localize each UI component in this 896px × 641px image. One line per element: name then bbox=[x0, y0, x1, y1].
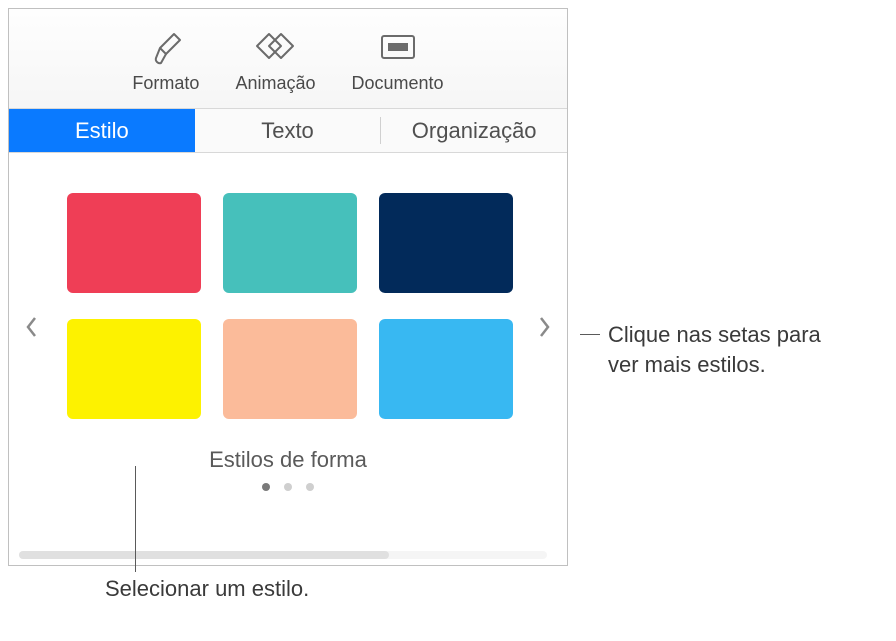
chevron-left-icon bbox=[25, 315, 39, 339]
styles-area: Estilos de forma bbox=[9, 153, 567, 501]
prev-styles-arrow[interactable] bbox=[17, 307, 47, 347]
diamond-icon bbox=[251, 27, 299, 69]
style-swatch[interactable] bbox=[67, 193, 201, 293]
subtab-label: Texto bbox=[261, 118, 314, 144]
subtab-text[interactable]: Texto bbox=[195, 109, 381, 152]
scrollbar-thumb[interactable] bbox=[19, 551, 389, 559]
callout-text: Clique nas setas para ver mais estilos. bbox=[608, 320, 821, 379]
subtab-style[interactable]: Estilo bbox=[9, 109, 195, 152]
toolbar-item-format[interactable]: Formato bbox=[126, 25, 205, 96]
inspector-panel: Formato Animação Documento bbox=[8, 8, 568, 566]
style-swatch[interactable] bbox=[223, 193, 357, 293]
section-title: Estilos de forma bbox=[59, 447, 517, 473]
chevron-right-icon bbox=[537, 315, 551, 339]
style-swatch[interactable] bbox=[379, 193, 513, 293]
horizontal-scrollbar[interactable] bbox=[19, 551, 547, 559]
subtab-bar: Estilo Texto Organização bbox=[9, 109, 567, 153]
callout-select-style: Selecionar um estilo. bbox=[105, 576, 309, 602]
callout-connector bbox=[135, 466, 136, 572]
style-swatch-grid bbox=[59, 193, 517, 419]
page-indicator bbox=[59, 483, 517, 491]
callout-arrows: Clique nas setas para ver mais estilos. bbox=[580, 320, 821, 379]
next-styles-arrow[interactable] bbox=[529, 307, 559, 347]
toolbar-label: Documento bbox=[352, 73, 444, 94]
toolbar-item-animation[interactable]: Animação bbox=[229, 25, 321, 96]
page-dot[interactable] bbox=[306, 483, 314, 491]
toolbar-label: Formato bbox=[132, 73, 199, 94]
toolbar-label: Animação bbox=[235, 73, 315, 94]
subtab-label: Organização bbox=[412, 118, 537, 144]
slide-icon bbox=[374, 27, 422, 69]
style-swatch[interactable] bbox=[379, 319, 513, 419]
style-swatch[interactable] bbox=[223, 319, 357, 419]
paintbrush-icon bbox=[142, 27, 190, 69]
callout-connector bbox=[580, 334, 600, 335]
toolbar-item-document[interactable]: Documento bbox=[346, 25, 450, 96]
page-dot[interactable] bbox=[284, 483, 292, 491]
style-swatch[interactable] bbox=[67, 319, 201, 419]
main-toolbar: Formato Animação Documento bbox=[9, 9, 567, 109]
page-dot[interactable] bbox=[262, 483, 270, 491]
subtab-label: Estilo bbox=[75, 118, 129, 144]
subtab-arrange[interactable]: Organização bbox=[381, 109, 567, 152]
